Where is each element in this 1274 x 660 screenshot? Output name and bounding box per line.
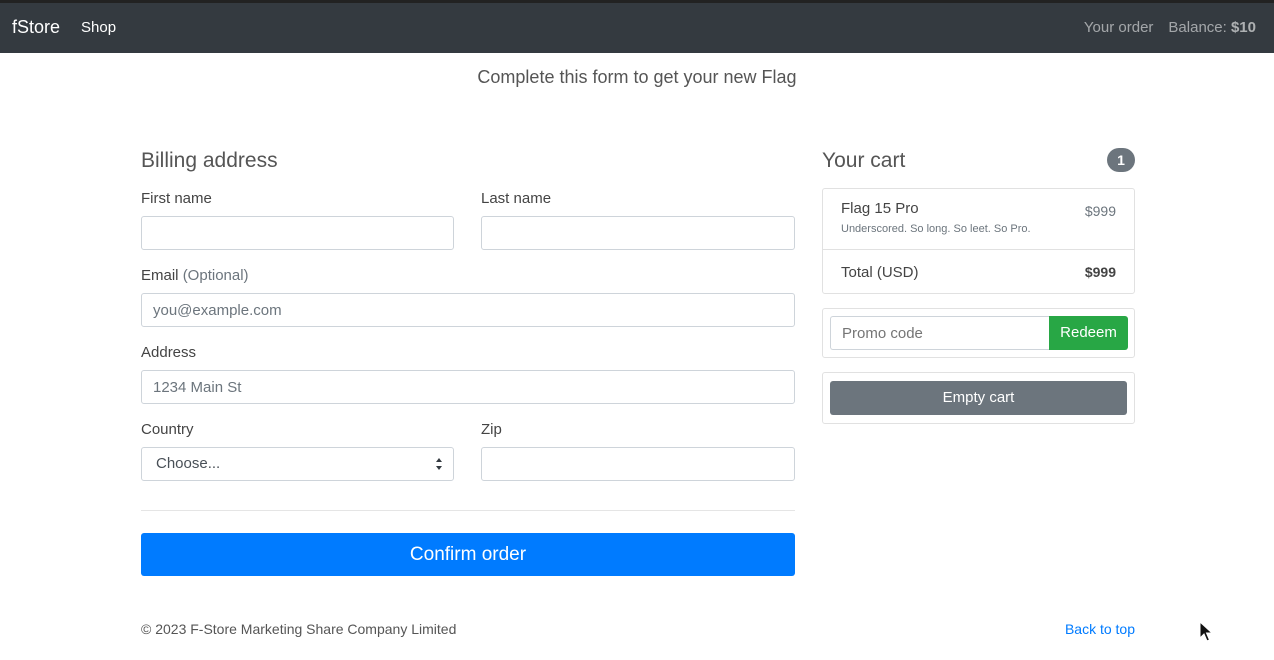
nav-your-order-link[interactable]: Your order bbox=[1084, 19, 1154, 36]
country-label: Country bbox=[141, 421, 194, 438]
mouse-cursor-icon bbox=[1199, 621, 1213, 642]
cart-total-value: $999 bbox=[1084, 264, 1116, 280]
confirm-order-button[interactable]: Confirm order bbox=[141, 533, 795, 576]
billing-heading: Billing address bbox=[141, 149, 278, 172]
select-arrows-icon bbox=[436, 458, 443, 470]
form-divider bbox=[141, 510, 795, 511]
footer-copyright: © 2023 F-Store Marketing Share Company L… bbox=[141, 621, 457, 637]
cart-item-name: Flag 15 Pro bbox=[841, 200, 919, 217]
email-label: Email (Optional) bbox=[141, 267, 249, 284]
last-name-input[interactable] bbox=[481, 216, 795, 250]
zip-input[interactable] bbox=[481, 447, 795, 481]
promo-card: Redeem bbox=[822, 308, 1135, 358]
page-subtitle: Complete this form to get your new Flag bbox=[477, 67, 797, 87]
cart-item-price: $999 bbox=[1084, 203, 1116, 219]
top-navbar: fStore Shop Your order Balance: $10 bbox=[0, 0, 1274, 53]
back-to-top-link[interactable]: Back to top bbox=[1065, 621, 1135, 637]
first-name-input[interactable] bbox=[141, 216, 454, 250]
cart-list: Flag 15 Pro Underscored. So long. So lee… bbox=[822, 188, 1135, 294]
cart-heading: Your cart bbox=[822, 149, 906, 172]
country-selected-value: Choose... bbox=[156, 455, 221, 472]
redeem-button[interactable]: Redeem bbox=[1049, 316, 1128, 350]
cart-separator bbox=[823, 249, 1134, 250]
cart-total-label: Total (USD) bbox=[841, 264, 919, 281]
first-name-label: First name bbox=[141, 190, 212, 207]
email-optional-text: (Optional) bbox=[182, 267, 249, 284]
promo-code-input[interactable] bbox=[830, 316, 1050, 350]
address-label: Address bbox=[141, 344, 197, 361]
empty-cart-button[interactable]: Empty cart bbox=[830, 381, 1127, 415]
email-input[interactable] bbox=[141, 293, 795, 327]
brand-link[interactable]: fStore bbox=[12, 17, 60, 38]
empty-cart-card: Empty cart bbox=[822, 372, 1135, 424]
cart-count-badge: 1 bbox=[1107, 148, 1135, 172]
nav-right: Your order Balance: $10 bbox=[1084, 19, 1256, 36]
balance-label: Balance: bbox=[1168, 19, 1227, 36]
balance-value: $10 bbox=[1230, 19, 1256, 36]
cart-item-description: Underscored. So long. So leet. So Pro. bbox=[841, 223, 1031, 235]
email-label-text: Email bbox=[141, 267, 179, 284]
balance-display: Balance: $10 bbox=[1168, 19, 1256, 36]
address-input[interactable] bbox=[141, 370, 795, 404]
zip-label: Zip bbox=[481, 421, 502, 438]
nav-shop-link[interactable]: Shop bbox=[81, 19, 116, 36]
last-name-label: Last name bbox=[481, 190, 552, 207]
country-select[interactable]: Choose... bbox=[141, 447, 454, 481]
